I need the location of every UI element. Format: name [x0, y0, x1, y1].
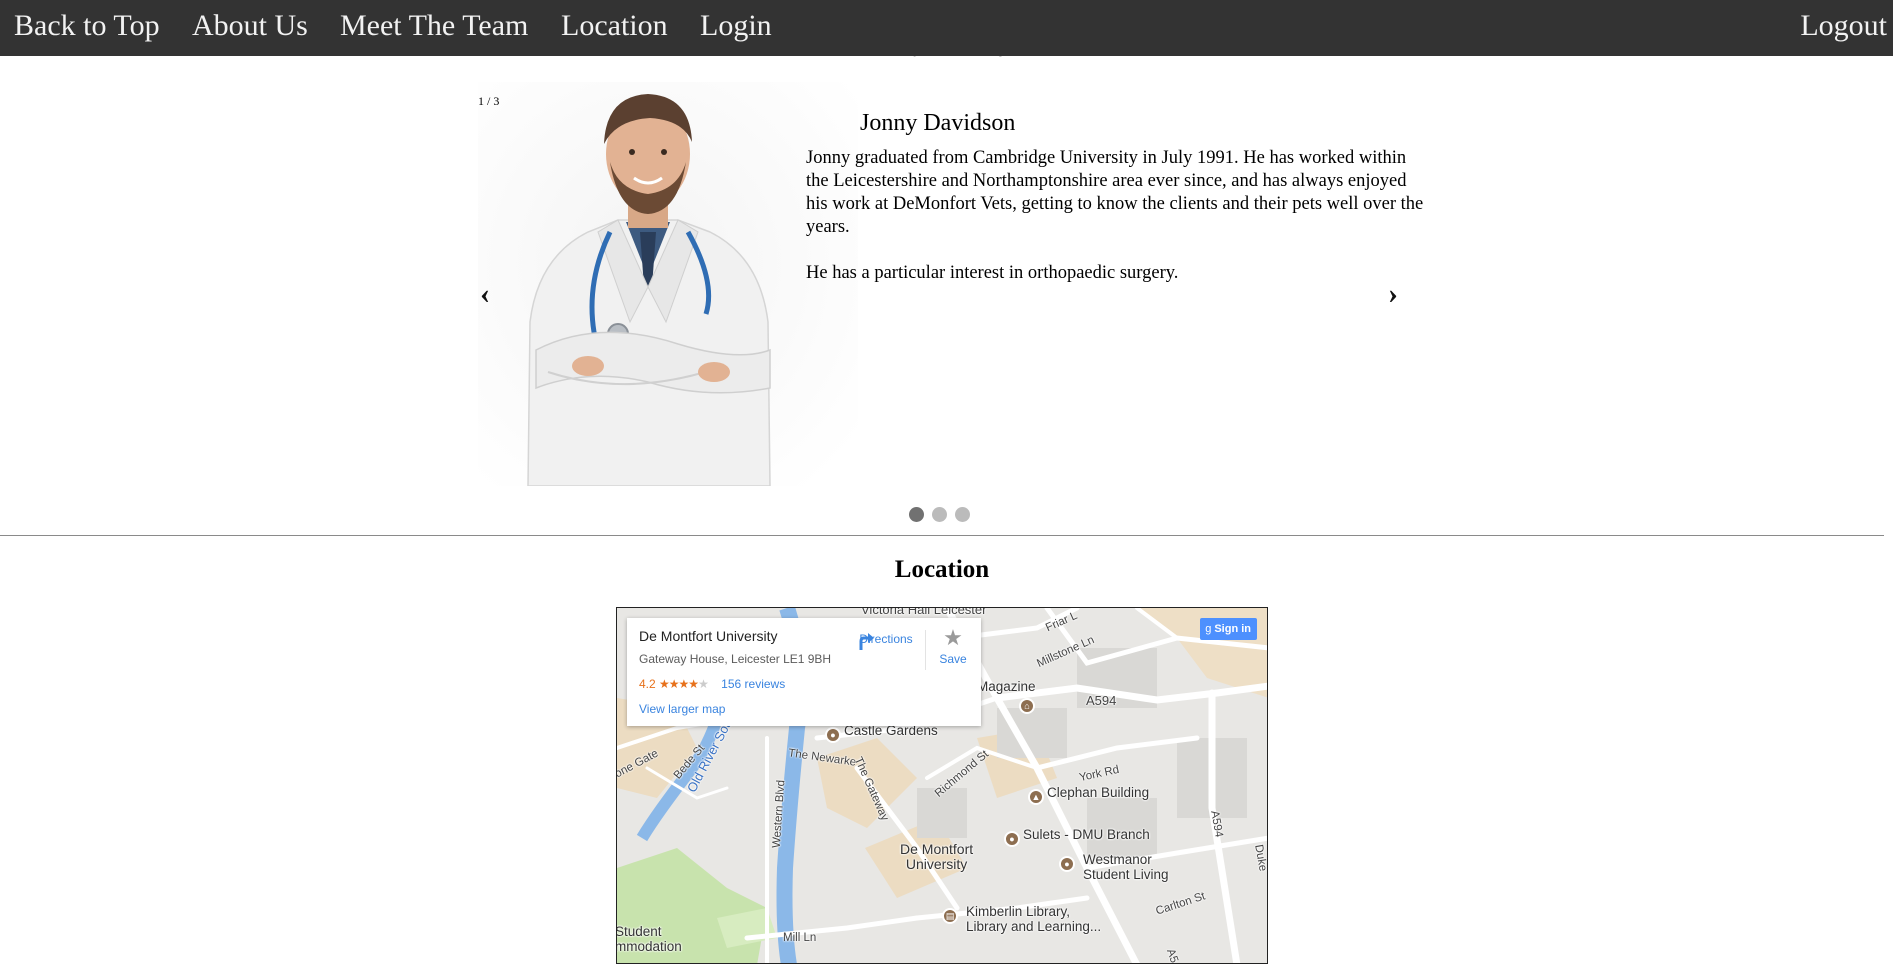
nav-login[interactable]: Login: [700, 0, 772, 56]
slide-dot-3[interactable]: [955, 507, 970, 522]
map-label: Mill Ln: [783, 932, 817, 944]
nav-meet-the-team[interactable]: Meet The Team: [340, 0, 528, 56]
nav-location[interactable]: Location: [561, 0, 668, 56]
slide-dot-2[interactable]: [932, 507, 947, 522]
top-nav: Back to Top About Us Meet The Team Locat…: [0, 0, 1893, 56]
section-divider: [0, 535, 1884, 536]
map-label: Magazine: [977, 679, 1036, 694]
nav-back-to-top[interactable]: Back to Top: [14, 0, 160, 56]
place-rating: 4.2 ★★★★★ 156 reviews: [639, 677, 785, 691]
map-label: A594: [1086, 693, 1117, 708]
school-icon: ▲: [1028, 789, 1044, 805]
place-info-card: De Montfort University Gateway House, Le…: [627, 618, 981, 726]
rating-value: 4.2: [639, 677, 656, 691]
slide-dots: [909, 507, 978, 525]
member-name: Jonny Davidson: [860, 110, 1016, 136]
park-icon: ●: [825, 727, 841, 743]
museum-icon: ⌂: [1019, 698, 1035, 714]
map-label-dmu: De Montfort University: [900, 841, 974, 872]
map-label-kimberlin: Kimberlin Library, Library and Learning..…: [966, 904, 1102, 934]
map-label: Victoria Hall Leicester: [861, 607, 987, 617]
directions-icon: [859, 633, 874, 650]
map-sign-in-button[interactable]: g Sign in: [1200, 618, 1257, 640]
bio-paragraph: He has a particular interest in orthopae…: [806, 263, 1179, 283]
google-g-icon: g: [1205, 623, 1212, 635]
place-address: Gateway House, Leicester LE1 9BH: [639, 652, 832, 666]
directions-button[interactable]: Directions: [855, 630, 917, 650]
reviews-link[interactable]: 156 reviews: [721, 677, 785, 691]
map-label-westmanor: Westmanor Student Living: [1083, 852, 1169, 882]
prev-slide-arrow[interactable]: ‹: [480, 276, 490, 312]
slide-dot-1[interactable]: [909, 507, 924, 522]
member-bio: Jonny graduated from Cambridge Universit…: [806, 147, 1426, 308]
place-name: De Montfort University: [639, 628, 778, 644]
save-button[interactable]: ★ Save: [935, 625, 971, 667]
map-label-clephan: ▲ Clephan Building: [1028, 785, 1149, 805]
nav-logout[interactable]: Logout: [1800, 0, 1887, 56]
map-label-sulets: ● Sulets - DMU Branch: [1004, 827, 1150, 847]
map-label-castle-gardens: ● Castle Gardens: [825, 723, 938, 743]
place-icon: ●: [1004, 831, 1020, 847]
library-icon: ▤: [942, 908, 958, 924]
star-rating-icon: ★★★★★: [659, 677, 709, 691]
map-label-student-accom: Student mmodation: [616, 924, 682, 954]
team-member-photo: [478, 82, 858, 487]
star-icon: ★: [943, 625, 963, 650]
card-separator: [925, 630, 926, 670]
bio-paragraph: Jonny graduated from Cambridge Universit…: [806, 148, 1424, 237]
embedded-map[interactable]: Victoria Hall Leicester Friar L Millston…: [616, 607, 1268, 964]
map-label-kimberlin-pin: ▤: [942, 904, 961, 924]
map-label-westmanor-pin: ●: [1059, 852, 1078, 872]
place-icon: ●: [1059, 856, 1075, 872]
nav-about-us[interactable]: About Us: [192, 0, 308, 56]
view-larger-map-link[interactable]: View larger map: [639, 702, 725, 716]
slide-counter: 1 / 3: [478, 94, 500, 108]
location-section-title: Location: [894, 556, 990, 583]
next-slide-arrow[interactable]: ›: [1388, 276, 1398, 312]
